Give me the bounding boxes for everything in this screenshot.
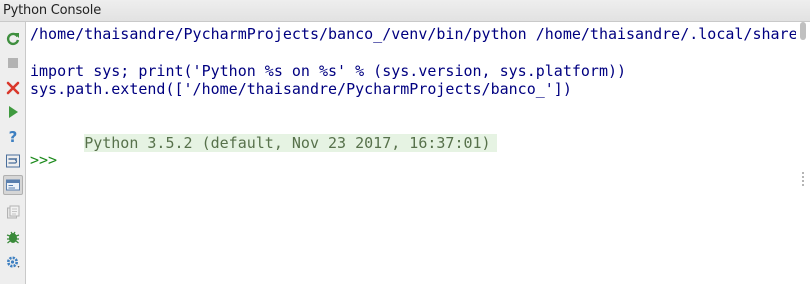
svg-text:?: ? (9, 128, 18, 144)
close-icon (6, 81, 20, 95)
python-version-banner: Python 3.5.2 (default, Nov 23 2017, 16:3… (84, 134, 497, 152)
scrollbar-thumb[interactable] (800, 22, 806, 40)
stop-icon (8, 58, 18, 68)
console-prompt[interactable]: >>> (30, 151, 57, 170)
console-title: Python Console (3, 3, 102, 18)
debug-icon (6, 231, 20, 244)
console-output[interactable]: /home/thaisandre/PycharmProjects/banco_/… (26, 22, 796, 284)
console-toolbar: ? (0, 22, 26, 284)
python-console-window: Python Console ? /home/thaisandre/Pychar… (0, 0, 810, 284)
rerun-icon (6, 32, 20, 46)
help-button[interactable]: ? (3, 126, 23, 146)
history-icon (7, 205, 20, 219)
execute-icon (9, 106, 18, 118)
vertical-scrollbar[interactable] (796, 22, 810, 284)
import-sys-line: import sys; print('Python %s on %s' % (s… (30, 62, 627, 80)
sys-path-line: sys.path.extend(['/home/thaisandre/Pycha… (30, 80, 572, 98)
rerun-button[interactable] (3, 29, 23, 49)
interpreter-command-line: /home/thaisandre/PycharmProjects/banco_/… (30, 25, 796, 43)
python-version-banner-row: Python 3.5.2 (default, Nov 23 2017, 16:3… (30, 115, 497, 152)
soft-wrap-button[interactable] (3, 151, 23, 171)
show-variables-icon (6, 179, 20, 191)
soft-wrap-icon (6, 154, 20, 168)
execute-button[interactable] (3, 102, 23, 122)
close-console-button[interactable] (3, 78, 23, 98)
settings-button[interactable] (3, 252, 23, 272)
show-variables-button[interactable] (3, 175, 23, 195)
scrollbar-grip (802, 172, 806, 186)
settings-icon (7, 256, 20, 268)
attach-debugger-button[interactable] (3, 227, 23, 247)
history-button[interactable] (3, 202, 23, 222)
console-title-bar: Python Console (0, 0, 810, 22)
help-icon: ? (9, 128, 18, 144)
stop-button[interactable] (3, 53, 23, 73)
